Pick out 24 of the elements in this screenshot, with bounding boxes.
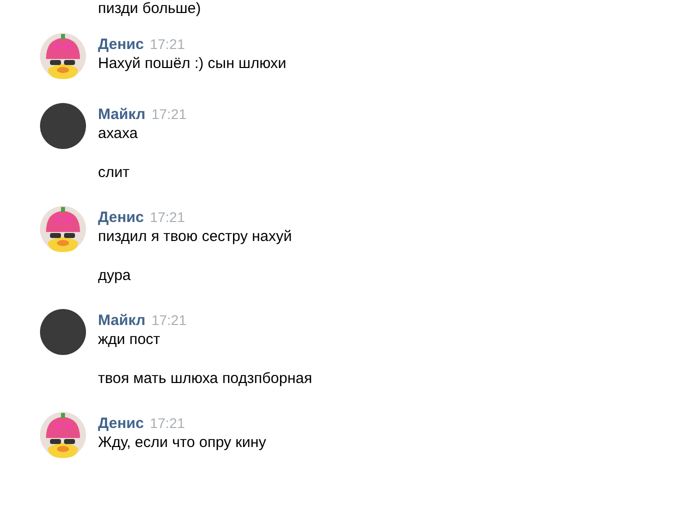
duck-avatar-icon xyxy=(40,206,86,252)
author-name[interactable]: Майкл xyxy=(98,104,146,126)
message-text: пизди больше) xyxy=(98,0,202,18)
message-time: 17:21 xyxy=(150,35,185,54)
message-time: 17:21 xyxy=(151,105,187,124)
author-name[interactable]: Денис xyxy=(98,413,144,436)
author-name[interactable]: Майкл xyxy=(98,310,146,332)
message-time: 17:21 xyxy=(151,311,187,330)
photo-placeholder xyxy=(40,309,86,355)
message-text: жди пост xyxy=(98,331,162,349)
message-text: Нахуй пошёл :) сын шлюхи xyxy=(98,55,286,73)
photo-placeholder xyxy=(40,103,86,149)
duck-avatar-icon xyxy=(40,412,86,458)
message-text: слит xyxy=(98,164,131,182)
message-time: 17:21 xyxy=(150,414,185,433)
author-name[interactable]: Денис xyxy=(98,34,144,56)
message-text: Жду, если что опру кину xyxy=(98,434,266,452)
message-text: пиздил я твою сестру нахуй xyxy=(98,228,292,246)
message-time: 17:21 xyxy=(150,208,185,227)
message-text: ахаха xyxy=(98,125,139,143)
message-text: дура xyxy=(98,267,132,285)
author-name[interactable]: Денис xyxy=(98,207,144,230)
message-text: твоя мать шлюха подзпборная xyxy=(98,370,312,388)
duck-avatar-icon xyxy=(40,33,86,79)
